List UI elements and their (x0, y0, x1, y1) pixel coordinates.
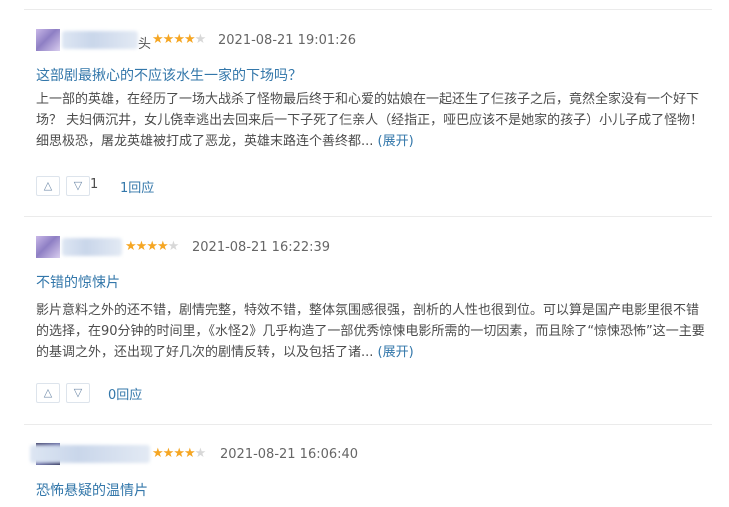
review-divider (24, 9, 712, 10)
thumb-up-icon: △ (43, 179, 53, 192)
review-timestamp: 2021-08-21 16:06:40 (220, 447, 359, 462)
review-divider (24, 424, 712, 425)
username-suffix[interactable]: 头 (138, 33, 151, 52)
review-content-line: 的基调之外，还出现了好几次的剧情反转，以及包括了诸... (展开) (36, 345, 414, 360)
useful-button[interactable]: △ (36, 176, 60, 196)
review-item: ★★★★★ 2021-08-21 16:22:39 不错的惊悚片 影片意料之外的… (0, 236, 729, 426)
review-timestamp: 2021-08-21 19:01:26 (218, 33, 357, 48)
star-empty-icon: ★ (167, 239, 180, 254)
star-icon: ★ (162, 446, 175, 461)
review-item: 头 ★★★★★ 2021-08-21 19:01:26 这部剧最揪心的不应该水生… (0, 29, 729, 219)
vote-bar: △ ▽ 0回应 (0, 383, 729, 403)
star-icon: ★ (146, 239, 158, 254)
review-divider (24, 216, 712, 217)
review-item: ★★★★★ 2021-08-21 16:06:40 恐怖悬疑的温情片 (0, 443, 729, 507)
review-title[interactable]: 恐怖悬疑的温情片 (36, 480, 148, 500)
review-timestamp: 2021-08-21 16:22:39 (192, 240, 331, 255)
review-title[interactable]: 不错的惊悚片 (36, 272, 120, 292)
review-content-line: 场？ 夫妇俩沉井，女儿侥幸逃出去回来后一下子死了仨亲人（经指正，哑巴应该不是她家… (36, 113, 704, 128)
thumb-down-icon: ▽ (73, 179, 83, 192)
star-empty-icon: ★ (194, 446, 207, 461)
expand-link[interactable]: (展开) (378, 134, 414, 149)
review-content: 影片意料之外的还不错，剧情完整，特效不错，整体氛围感很强，剖析的人性也很到位。可… (36, 300, 706, 363)
star-icon: ★ (135, 239, 148, 254)
useless-button[interactable]: ▽ (66, 176, 90, 196)
reply-link[interactable]: 1回应 (120, 177, 154, 196)
rating-stars: ★★★★★ (152, 32, 207, 48)
blurred-username[interactable] (30, 445, 150, 463)
useful-button[interactable]: △ (36, 383, 60, 403)
review-title[interactable]: 这部剧最揪心的不应该水生一家的下场吗？ (36, 65, 302, 85)
rating-stars: ★★★★★ (125, 239, 180, 255)
blurred-username[interactable] (62, 31, 138, 49)
avatar[interactable] (36, 236, 60, 258)
review-content-line: 上一部的英雄，在经历了一场大战杀了怪物最后终于和心爱的姑娘在一起还生了仨孩子之后… (36, 92, 700, 107)
vote-bar: △ ▽ 1 1回应 (0, 176, 729, 196)
review-content: 上一部的英雄，在经历了一场大战杀了怪物最后终于和心爱的姑娘在一起还生了仨孩子之后… (36, 89, 706, 152)
star-icon: ★ (183, 446, 196, 461)
useless-button[interactable]: ▽ (66, 383, 90, 403)
expand-link[interactable]: (展开) (378, 345, 414, 360)
star-icon: ★ (125, 239, 137, 254)
thumb-down-icon: ▽ (73, 386, 83, 399)
reply-link[interactable]: 0回应 (108, 384, 142, 403)
star-icon: ★ (183, 32, 196, 47)
rating-stars: ★★★★★ (152, 446, 207, 462)
thumb-up-icon: △ (43, 386, 53, 399)
star-icon: ★ (173, 446, 185, 461)
review-content-line: 细思极恐，屠龙英雄被打成了恶龙，英雄末路连个善终都... (展开) (36, 134, 414, 149)
star-icon: ★ (173, 32, 185, 47)
star-icon: ★ (162, 32, 175, 47)
avatar[interactable] (36, 29, 60, 51)
star-icon: ★ (152, 32, 164, 47)
blurred-username[interactable] (62, 238, 122, 256)
star-icon: ★ (152, 446, 164, 461)
star-empty-icon: ★ (194, 32, 207, 47)
star-icon: ★ (156, 239, 169, 254)
useless-count: 1 (90, 177, 99, 192)
review-content-line: 的选择，在90分钟的时间里，《水怪2》几乎构造了一部优秀惊悚电影所需的一切因素，… (36, 324, 705, 339)
review-content-line: 影片意料之外的还不错，剧情完整，特效不错，整体氛围感很强，剖析的人性也很到位。可… (36, 303, 700, 318)
